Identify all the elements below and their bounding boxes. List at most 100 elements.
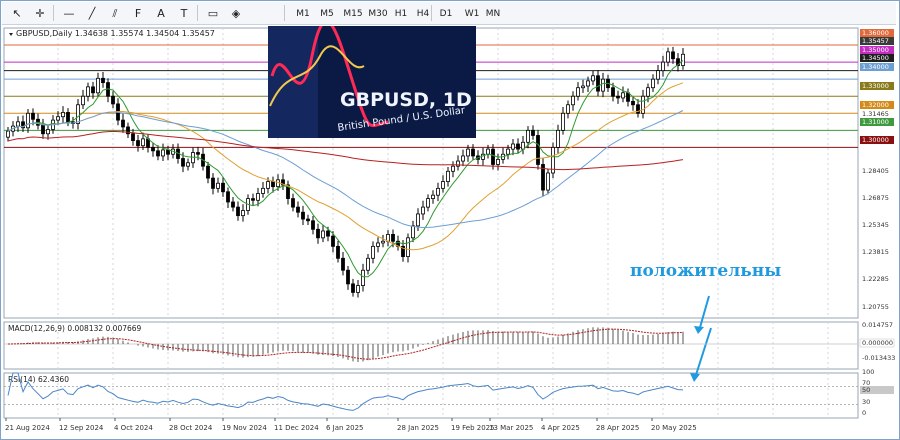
candle[interactable] — [21, 115, 25, 133]
candle[interactable] — [666, 47, 670, 67]
timeframe-m1[interactable]: M1 — [292, 4, 314, 24]
candle[interactable] — [631, 96, 635, 111]
candle[interactable] — [6, 126, 10, 142]
label-icon[interactable]: T — [173, 4, 195, 24]
candle[interactable] — [456, 155, 460, 171]
candle[interactable] — [621, 86, 625, 103]
candle[interactable] — [206, 161, 210, 184]
candle[interactable] — [371, 241, 375, 264]
candle[interactable] — [226, 187, 230, 208]
candle[interactable] — [541, 158, 545, 197]
candle[interactable] — [626, 88, 630, 107]
candle[interactable] — [221, 176, 225, 197]
candle[interactable] — [616, 90, 620, 104]
candle[interactable] — [376, 237, 380, 253]
candle[interactable] — [446, 167, 450, 187]
candle[interactable] — [351, 278, 355, 297]
candle[interactable] — [16, 116, 20, 133]
candle[interactable] — [126, 122, 130, 139]
timeframe-m30[interactable]: M30 — [364, 4, 392, 24]
candle[interactable] — [336, 240, 340, 263]
candle[interactable] — [431, 190, 435, 204]
symbol-dropdown-icon[interactable] — [9, 33, 13, 36]
candle[interactable] — [596, 70, 600, 97]
candle[interactable] — [316, 223, 320, 244]
candle[interactable] — [251, 193, 255, 206]
candle[interactable] — [236, 201, 240, 221]
candle[interactable] — [421, 200, 425, 220]
timeframe-m5[interactable]: M5 — [316, 4, 338, 24]
candle[interactable] — [86, 82, 90, 102]
timeframe-d1[interactable]: D1 — [435, 4, 457, 24]
candle[interactable] — [96, 72, 100, 98]
candle[interactable] — [211, 173, 215, 195]
candle[interactable] — [291, 193, 295, 212]
candle[interactable] — [461, 149, 465, 167]
candle[interactable] — [536, 129, 540, 170]
shapes-icon[interactable]: ◈ — [225, 4, 247, 24]
candle[interactable] — [531, 125, 535, 140]
candle[interactable] — [486, 144, 490, 159]
candle[interactable] — [386, 230, 390, 247]
candle[interactable] — [26, 109, 30, 133]
candle[interactable] — [361, 263, 365, 292]
candle[interactable] — [411, 220, 415, 243]
candle[interactable] — [161, 143, 165, 162]
candle[interactable] — [41, 118, 45, 139]
candle[interactable] — [471, 144, 475, 161]
rectangle-icon[interactable]: ▭ — [202, 4, 224, 24]
crosshair-icon[interactable]: ✛ — [29, 4, 51, 24]
candle[interactable] — [136, 134, 140, 152]
candle[interactable] — [571, 91, 575, 111]
candle[interactable] — [551, 142, 555, 179]
fibo-icon[interactable]: F — [127, 4, 149, 24]
candle[interactable] — [661, 55, 665, 77]
candle[interactable] — [576, 82, 580, 101]
candle[interactable] — [151, 142, 155, 157]
candle[interactable] — [301, 205, 305, 226]
text-icon[interactable]: A — [150, 4, 172, 24]
candle[interactable] — [516, 138, 520, 154]
candle[interactable] — [366, 254, 370, 275]
candle[interactable] — [341, 251, 345, 276]
candle[interactable] — [61, 106, 65, 123]
candle[interactable] — [591, 70, 595, 86]
candle[interactable] — [546, 168, 550, 195]
cursor-icon[interactable]: ↖ — [6, 4, 28, 24]
candle[interactable] — [281, 173, 285, 191]
candle[interactable] — [636, 99, 640, 118]
candle[interactable] — [566, 100, 570, 119]
candle[interactable] — [186, 158, 190, 171]
candle[interactable] — [36, 113, 40, 130]
timeframe-w1[interactable]: W1 — [461, 4, 483, 24]
candle[interactable] — [131, 128, 135, 146]
candle[interactable] — [111, 91, 115, 109]
candle[interactable] — [241, 204, 245, 222]
hline-icon[interactable]: — — [58, 4, 80, 24]
candle[interactable] — [556, 124, 560, 154]
candle[interactable] — [346, 265, 350, 290]
candle[interactable] — [311, 215, 315, 235]
candle[interactable] — [561, 106, 565, 135]
candle[interactable] — [601, 72, 605, 98]
candle[interactable] — [426, 194, 430, 212]
trendline-icon[interactable]: ╱ — [81, 4, 103, 24]
candle[interactable] — [321, 224, 325, 243]
candle[interactable] — [216, 177, 220, 193]
candle[interactable] — [656, 65, 660, 85]
candle[interactable] — [406, 233, 410, 263]
candle[interactable] — [231, 197, 235, 212]
candle[interactable] — [306, 214, 310, 226]
candle[interactable] — [76, 99, 80, 130]
candle[interactable] — [501, 147, 505, 164]
candle[interactable] — [451, 161, 455, 178]
candle[interactable] — [81, 89, 85, 110]
timeframe-mn[interactable]: MN — [482, 4, 504, 24]
candle[interactable] — [106, 78, 110, 103]
candle[interactable] — [101, 72, 105, 88]
candle[interactable] — [676, 53, 680, 72]
candle[interactable] — [671, 46, 675, 64]
candle[interactable] — [381, 234, 385, 248]
candle[interactable] — [511, 139, 515, 156]
candle[interactable] — [441, 175, 445, 193]
